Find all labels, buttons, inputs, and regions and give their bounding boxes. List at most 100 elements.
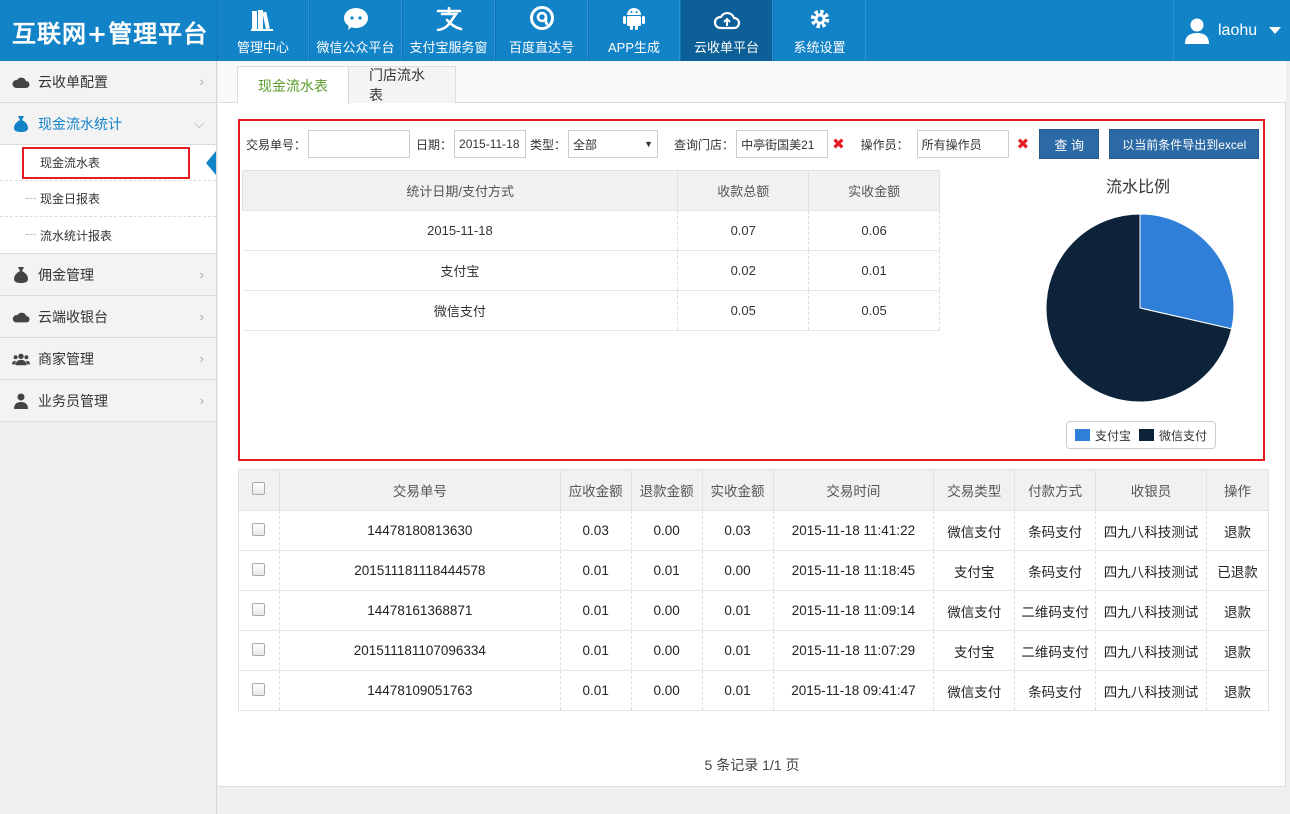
type-label: 类型： (530, 137, 567, 152)
pie-chart (1045, 213, 1235, 403)
chevron-right-icon: › (199, 267, 204, 282)
main-content: 现金流水表 门店流水表 交易单号： 日期： 类型： 全部 ▼ 查询门店： ✖ 操… (218, 61, 1286, 787)
table-cell: 二维码支付 (1014, 590, 1097, 631)
sidebar-item-merchants[interactable]: 商家管理 › (0, 338, 216, 380)
refund-action[interactable]: 已退款 (1206, 550, 1270, 591)
summary-cell: 微信支付 (242, 290, 679, 331)
table-cell: 2015-11-18 11:18:45 (773, 550, 935, 591)
nav-label: 支付宝服务窗 (409, 40, 488, 55)
nav-label: 系统设置 (793, 40, 846, 55)
operator-input[interactable] (916, 130, 1009, 158)
select-all-checkbox[interactable] (252, 482, 266, 495)
table-cell: 支付宝 (933, 630, 1016, 671)
submenu-item-flow-report[interactable]: 流水统计报表 (0, 217, 216, 253)
store-input[interactable] (736, 130, 829, 158)
sidebar-item-commission[interactable]: 佣金管理 › (0, 254, 216, 296)
submenu-item-daily-report[interactable]: 现金日报表 (0, 181, 216, 217)
row-checkbox[interactable] (252, 522, 266, 536)
sidebar-item-cloud-config[interactable]: 云收单配置 › (0, 61, 216, 103)
legend-item[interactable]: 支付宝 (1074, 427, 1131, 444)
legend-swatch (1074, 429, 1090, 441)
clear-operator-icon[interactable]: ✖ (1017, 135, 1030, 153)
nav-wechat[interactable]: 微信公众平台 (309, 0, 402, 61)
chevron-right-icon: › (199, 309, 204, 324)
sidebar-item-salesmen[interactable]: 业务员管理 › (0, 380, 216, 422)
refund-action[interactable]: 退款 (1206, 510, 1270, 551)
type-select[interactable]: 全部 ▼ (568, 130, 659, 158)
tree-line (26, 198, 36, 199)
column-header: 应收金额 (559, 469, 632, 511)
chevron-right-icon: › (199, 351, 204, 366)
refund-action[interactable]: 退款 (1206, 670, 1270, 711)
nav-cloud-pay[interactable]: 云收单平台 (680, 0, 773, 61)
baidu-icon (529, 6, 554, 30)
table-row: 14478109051763 0.01 0.00 0.01 2015-11-18 09:… (238, 670, 1270, 711)
date-label: 日期： (416, 137, 453, 152)
table-cell: 0.00 (631, 510, 703, 551)
table-row: 14478180813630 0.03 0.00 0.03 2015-11-18 11:… (238, 510, 1270, 551)
table-cell: 2015-11-18 11:09:14 (773, 590, 935, 631)
summary-cell: 0.05 (677, 290, 810, 331)
sidebar-item-cash-stats[interactable]: 现金流水统计 ⌵ (0, 103, 216, 145)
chart-legend: 支付宝 微信支付 (1066, 421, 1216, 449)
table-cell: 0.00 (702, 550, 774, 591)
operator-label: 操作员： (860, 137, 909, 152)
table-cell: 0.01 (560, 630, 632, 671)
clear-store-icon[interactable]: ✖ (832, 135, 845, 153)
nav-app[interactable]: APP生成 (588, 0, 680, 61)
row-checkbox[interactable] (252, 642, 266, 656)
sidebar-item-label: 云收单配置 (38, 73, 108, 90)
refund-action[interactable]: 退款 (1206, 630, 1270, 671)
tab-cash-flow[interactable]: 现金流水表 (237, 66, 349, 104)
row-checkbox[interactable] (252, 602, 266, 616)
type-select-value: 全部 (573, 137, 598, 152)
row-checkbox[interactable] (252, 682, 266, 696)
legend-swatch (1139, 429, 1154, 441)
table-cell: 14478109051763 (279, 670, 561, 711)
sidebar-item-label: 佣金管理 (38, 266, 94, 283)
cloud-icon (12, 75, 30, 89)
summary-row: 微信支付 0.05 0.05 (242, 290, 940, 331)
sidebar-item-cloud-cashier[interactable]: 云端收银台 › (0, 296, 216, 338)
nav-admin-center[interactable]: 管理中心 (217, 0, 309, 61)
table-cell: 0.01 (702, 670, 774, 711)
highlight-box (22, 147, 190, 179)
legend-item[interactable]: 微信支付 (1139, 427, 1207, 444)
row-select-cell (238, 590, 280, 631)
sidebar-item-label: 云端收银台 (38, 308, 108, 325)
filter-bar: 交易单号： 日期： 类型： 全部 ▼ 查询门店： ✖ 操作员： ✖ 查 询 以当… (246, 129, 1260, 159)
export-excel-button[interactable]: 以当前条件导出到excel (1109, 129, 1260, 159)
table-cell: 条码支付 (1014, 510, 1097, 551)
table-cell: 14478180813630 (279, 510, 561, 551)
nav-label: APP生成 (607, 40, 660, 55)
date-input[interactable] (454, 130, 527, 158)
money-bag-icon (12, 115, 30, 133)
table-cell: 0.01 (560, 550, 632, 591)
order-no-input[interactable] (308, 130, 411, 158)
query-button[interactable]: 查 询 (1039, 129, 1100, 159)
table-cell: 0.00 (631, 670, 703, 711)
nav-alipay[interactable]: 支付宝服务窗 (402, 0, 495, 61)
pagination-info: 5 条记录 1/1 页 (704, 757, 800, 773)
nav-baidu[interactable]: 百度直达号 (495, 0, 588, 61)
nav-label: 微信公众平台 (316, 40, 395, 55)
user-menu[interactable]: laohu (1173, 0, 1290, 61)
refund-action[interactable]: 退款 (1206, 590, 1270, 631)
active-arrow (206, 151, 216, 175)
stats-panel: 交易单号： 日期： 类型： 全部 ▼ 查询门店： ✖ 操作员： ✖ 查 询 以当… (238, 119, 1265, 461)
table-cell: 2015-11-18 09:41:47 (773, 670, 935, 711)
summary-cell: 0.06 (808, 210, 940, 251)
table-cell: 条码支付 (1014, 670, 1097, 711)
nav-label: 管理中心 (236, 40, 289, 55)
table-cell: 四九八科技测试 (1095, 590, 1207, 631)
sidebar-item-label: 现金流水统计 (38, 115, 122, 132)
submenu-item-cash-flow[interactable]: 现金流水表 (0, 145, 216, 181)
row-checkbox[interactable] (252, 562, 266, 576)
cloud-money-icon (12, 310, 30, 324)
nav-settings[interactable]: 系统设置 (773, 0, 866, 61)
gear-icon (810, 9, 829, 29)
table-cell: 四九八科技测试 (1095, 630, 1207, 671)
tab-store-flow[interactable]: 门店流水表 (348, 66, 456, 103)
summary-cell: 0.07 (677, 210, 810, 251)
user-icon (12, 393, 30, 409)
